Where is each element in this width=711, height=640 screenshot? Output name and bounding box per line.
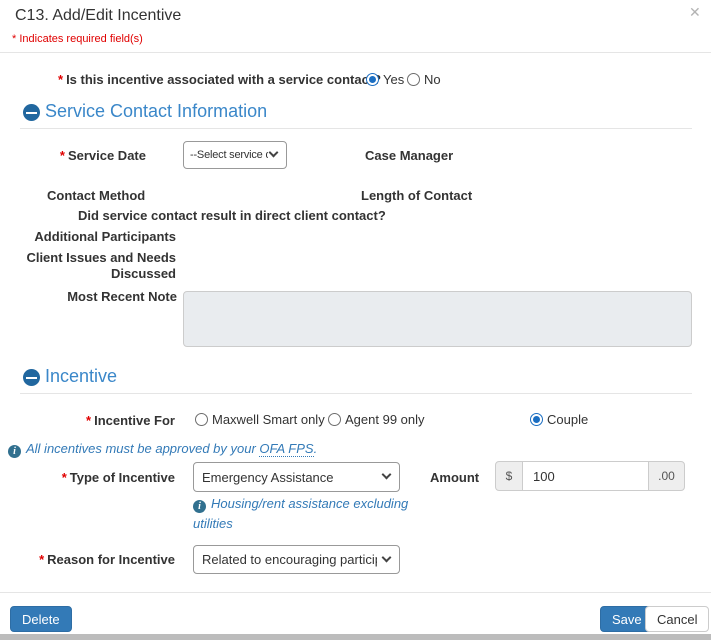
currency-prefix-addon: $ — [495, 461, 523, 491]
length-of-contact-label: Length of Contact — [361, 188, 472, 203]
chevron-down-icon — [269, 148, 279, 158]
required-asterisk: * — [58, 72, 63, 87]
radio-unselected-icon[interactable] — [328, 413, 341, 426]
chevron-down-icon — [382, 470, 392, 480]
required-asterisk: * — [60, 148, 65, 163]
divider — [20, 393, 692, 394]
incentive-for-label: *Incentive For — [0, 413, 175, 428]
radio-unselected-icon[interactable] — [195, 413, 208, 426]
ofa-fps-link[interactable]: OFA FPS — [259, 441, 313, 457]
divider — [0, 52, 711, 53]
type-of-incentive-label: *Type of Incentive — [0, 470, 175, 485]
direct-client-contact-label: Did service contact result in direct cli… — [78, 208, 386, 223]
type-of-incentive-select[interactable]: Emergency Assistance — [193, 462, 400, 492]
radio-selected-icon[interactable] — [530, 413, 543, 426]
info-circle-icon: i — [8, 445, 21, 458]
client-issues-label: Client Issues and Needs Discussed — [0, 250, 176, 282]
required-asterisk: * — [86, 413, 91, 428]
minus-circle-icon[interactable] — [23, 369, 40, 386]
service-date-select[interactable]: --Select service date — [183, 141, 287, 169]
radio-yes[interactable]: Yes — [366, 72, 404, 87]
service-contact-question-label: *Is this incentive associated with a ser… — [58, 72, 381, 87]
close-icon[interactable]: ✕ — [689, 4, 701, 21]
add-edit-incentive-dialog: C13. Add/Edit Incentive ✕ * Indicates re… — [0, 0, 711, 640]
amount-input[interactable] — [523, 461, 649, 491]
chevron-down-icon — [382, 552, 392, 562]
divider — [0, 592, 711, 593]
dialog-title: C13. Add/Edit Incentive — [15, 7, 181, 25]
radio-maxwell-smart-only[interactable]: Maxwell Smart only — [195, 412, 325, 427]
reason-for-incentive-label: *Reason for Incentive — [0, 552, 175, 567]
radio-unselected-icon[interactable] — [407, 73, 420, 86]
contact-method-label: Contact Method — [47, 188, 145, 203]
amount-label: Amount — [430, 470, 479, 485]
radio-agent-99-only[interactable]: Agent 99 only — [328, 412, 425, 427]
info-circle-icon: i — [193, 500, 206, 513]
section-title-service-contact: Service Contact Information — [45, 101, 267, 122]
decimal-suffix-addon: .00 — [648, 461, 685, 491]
most-recent-note-label: Most Recent Note — [0, 289, 177, 304]
most-recent-note-textarea — [183, 291, 692, 347]
cancel-button[interactable]: Cancel — [645, 606, 709, 632]
additional-participants-label: Additional Participants — [0, 229, 176, 244]
type-of-incentive-hint: iHousing/rent assistance excluding utili… — [193, 494, 421, 534]
case-manager-label: Case Manager — [365, 148, 453, 163]
reason-for-incentive-select[interactable]: Related to encouraging participation — [193, 545, 400, 574]
required-asterisk: * — [62, 470, 67, 485]
minus-circle-icon[interactable] — [23, 104, 40, 121]
radio-selected-icon[interactable] — [366, 73, 379, 86]
radio-couple[interactable]: Couple — [530, 412, 588, 427]
required-fields-note: * Indicates required field(s) — [12, 33, 143, 45]
approval-note: iAll incentives must be approved by your… — [8, 439, 317, 459]
divider — [20, 128, 692, 129]
service-date-label: *Service Date — [0, 148, 146, 163]
section-title-incentive: Incentive — [45, 366, 117, 387]
amount-input-group: $ .00 — [495, 461, 685, 491]
radio-no[interactable]: No — [407, 72, 441, 87]
delete-button[interactable]: Delete — [10, 606, 72, 632]
required-asterisk: * — [39, 552, 44, 567]
page-background-strip — [0, 634, 711, 640]
